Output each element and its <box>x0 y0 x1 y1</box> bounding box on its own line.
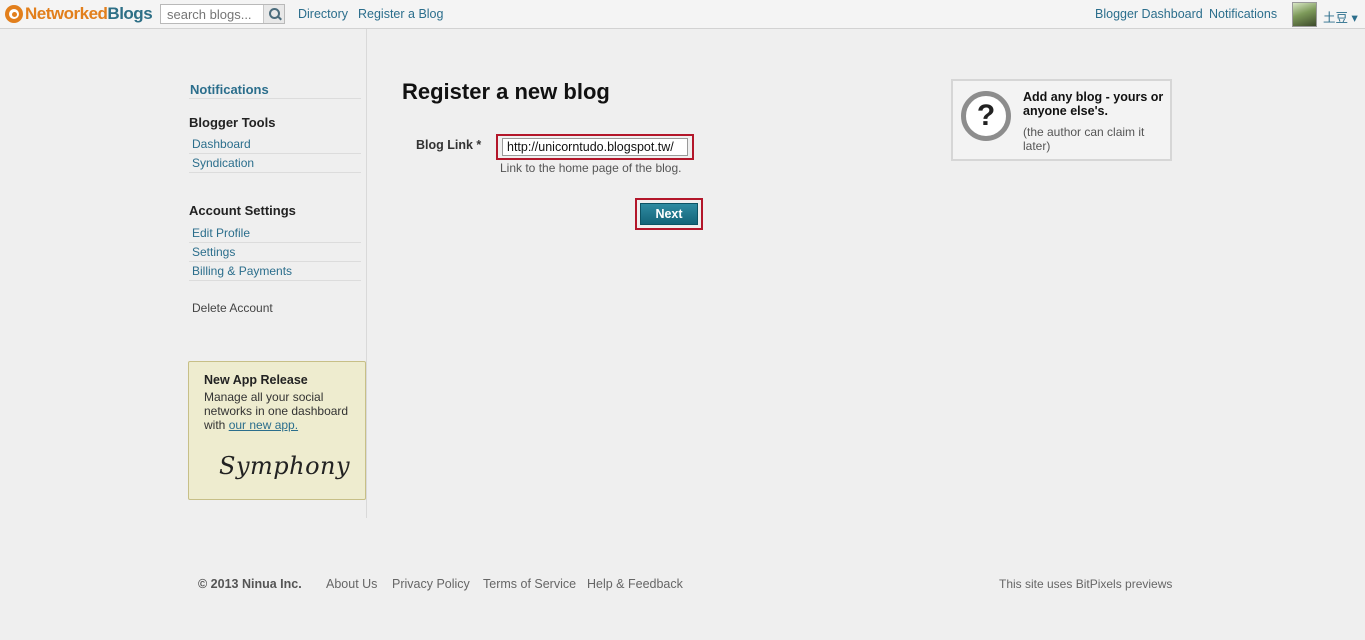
sidebar-item-dashboard[interactable]: Dashboard <box>189 135 361 154</box>
blog-link-label: Blog Link * <box>416 138 482 152</box>
footer-link-privacy-policy[interactable]: Privacy Policy <box>392 577 470 591</box>
promo-title: New App Release <box>204 373 308 387</box>
sidebar-item-settings[interactable]: Settings <box>189 243 361 262</box>
promo-box: New App Release Manage all your social n… <box>188 361 366 500</box>
help-box: ? Add any blog - yours or anyone else's.… <box>951 79 1172 161</box>
next-button[interactable]: Next <box>640 203 698 225</box>
blog-link-hint: Link to the home page of the blog. <box>500 161 682 175</box>
logo-icon <box>5 5 23 23</box>
footer-bitpixels-note: This site uses BitPixels previews <box>999 577 1173 591</box>
promo-body: Manage all your social networks in one d… <box>204 390 351 432</box>
symphony-signature-logo: Symphony <box>219 452 351 480</box>
question-mark-icon: ? <box>961 91 1011 141</box>
footer-copyright: © 2013 Ninua Inc. <box>198 577 302 591</box>
avatar[interactable] <box>1292 2 1317 27</box>
sidebar-item-syndication[interactable]: Syndication <box>189 154 361 173</box>
search-box <box>160 4 285 24</box>
sidebar-heading-blogger-tools: Blogger Tools <box>189 115 276 130</box>
footer-link-help-feedback[interactable]: Help & Feedback <box>587 577 683 591</box>
nav-blogger-dashboard[interactable]: Blogger Dashboard <box>1095 7 1203 21</box>
sidebar-divider <box>366 29 367 518</box>
promo-app-link[interactable]: our new app. <box>229 418 298 432</box>
help-subtitle: (the author can claim it later) <box>1023 125 1145 153</box>
nav-register-blog[interactable]: Register a Blog <box>358 7 443 21</box>
next-button-highlight: Next <box>635 198 703 230</box>
sidebar-notifications-link[interactable]: Notifications <box>190 82 269 97</box>
sidebar-heading-account-settings: Account Settings <box>189 203 296 218</box>
footer-link-terms-of-service[interactable]: Terms of Service <box>483 577 576 591</box>
top-bar: NetworkedBlogs Directory Register a Blog… <box>0 0 1365 29</box>
search-icon[interactable] <box>263 5 284 23</box>
search-input[interactable] <box>161 5 263 23</box>
nav-notifications[interactable]: Notifications <box>1209 7 1277 21</box>
sidebar-item-edit-profile[interactable]: Edit Profile <box>189 224 361 243</box>
sidebar-item-delete-account[interactable]: Delete Account <box>192 301 273 315</box>
blog-link-highlight <box>496 134 694 160</box>
sidebar-item-billing-payments[interactable]: Billing & Payments <box>189 262 361 281</box>
blog-link-input[interactable] <box>502 138 688 156</box>
user-menu-dropdown[interactable]: 土豆 ▾ <box>1323 7 1358 26</box>
logo-text-blogs: Blogs <box>107 4 153 23</box>
page-title: Register a new blog <box>402 79 610 104</box>
divider <box>189 98 361 99</box>
footer-link-about-us[interactable]: About Us <box>326 577 377 591</box>
networkedblogs-logo[interactable]: NetworkedBlogs <box>5 4 153 24</box>
help-title: Add any blog - yours or anyone else's. <box>1023 90 1164 118</box>
logo-text-networked: Networked <box>25 4 108 23</box>
nav-directory[interactable]: Directory <box>298 7 348 21</box>
